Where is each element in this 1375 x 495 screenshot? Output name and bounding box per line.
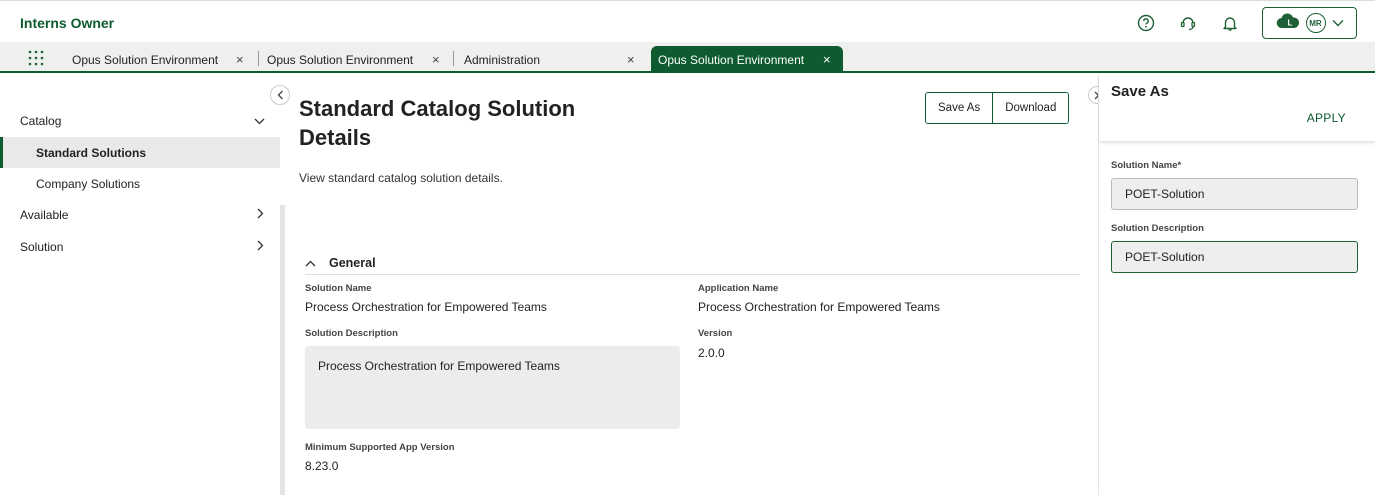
- action-button-group: Save As Download: [925, 92, 1070, 124]
- sidebar: Catalog Standard Solutions Company Solut…: [0, 75, 280, 495]
- solution-name-label: Solution Name: [305, 283, 372, 294]
- sidebar-item-solution[interactable]: Solution: [0, 231, 280, 262]
- sidebar-item-label: Company Solutions: [36, 176, 141, 191]
- close-icon[interactable]: ×: [627, 52, 635, 67]
- chevron-right-icon: [257, 240, 264, 254]
- chevron-right-icon: [257, 208, 264, 222]
- chevron-down-icon: [1332, 14, 1344, 32]
- min-app-version-label: Minimum Supported App Version: [305, 442, 455, 453]
- top-bar: Interns Owner L MR: [0, 0, 1375, 42]
- tab-label: Opus Solution Environment: [72, 52, 219, 67]
- tab-bar: Opus Solution Environment × Opus Solutio…: [0, 42, 1375, 73]
- svg-text:L: L: [1287, 18, 1292, 27]
- collapse-sidebar-button[interactable]: [270, 85, 290, 105]
- sidebar-item-label: Solution: [20, 239, 64, 254]
- sidebar-item-label: Standard Solutions: [36, 145, 147, 160]
- apply-button[interactable]: APPLY: [1307, 111, 1346, 125]
- save-as-panel: Save As APPLY Solution Name* POET-Soluti…: [1098, 75, 1375, 495]
- page-title: Standard Catalog Solution Details: [299, 96, 576, 150]
- application-name-value: Process Orchestration for Empowered Team…: [698, 300, 940, 314]
- tab-opus-active[interactable]: Opus Solution Environment ×: [651, 46, 843, 73]
- tab-administration[interactable]: Administration ×: [455, 46, 645, 73]
- panel-title: Save As: [1111, 83, 1169, 100]
- tab-opus-2[interactable]: Opus Solution Environment ×: [260, 46, 450, 73]
- download-button[interactable]: Download: [992, 93, 1069, 123]
- panel-header: Save As APPLY: [1099, 75, 1375, 141]
- cloud-icon: L: [1276, 12, 1300, 34]
- tab-label: Opus Solution Environment: [267, 52, 414, 67]
- close-icon[interactable]: ×: [236, 52, 244, 67]
- sidebar-item-catalog[interactable]: Catalog: [0, 105, 280, 136]
- tab-label: Opus Solution Environment: [658, 52, 805, 67]
- chevron-left-icon: [277, 90, 283, 100]
- tab-label: Administration: [464, 52, 541, 67]
- save-as-button[interactable]: Save As: [926, 93, 993, 123]
- sidebar-item-company-solutions[interactable]: Company Solutions: [0, 168, 280, 199]
- page-description: View standard catalog solution details.: [299, 171, 503, 185]
- close-icon[interactable]: ×: [823, 52, 831, 67]
- sidebar-item-label: Available: [20, 207, 69, 222]
- section-title: General: [329, 255, 376, 270]
- solution-name-field-label: Solution Name*: [1111, 160, 1182, 171]
- solution-description-field-label: Solution Description: [1111, 223, 1204, 234]
- help-icon[interactable]: [1136, 13, 1156, 33]
- chevron-down-icon: [254, 114, 265, 128]
- tab-opus-1[interactable]: Opus Solution Environment ×: [60, 46, 255, 73]
- sidebar-item-standard-solutions[interactable]: Standard Solutions: [0, 137, 280, 168]
- solution-description-label: Solution Description: [305, 328, 398, 339]
- solution-description-input[interactable]: POET-Solution: [1111, 241, 1358, 273]
- bell-icon[interactable]: [1220, 13, 1240, 33]
- solution-description-value: Process Orchestration for Empowered Team…: [305, 346, 680, 429]
- sidebar-item-label: Catalog: [20, 113, 62, 128]
- support-icon[interactable]: [1178, 13, 1198, 33]
- version-label: Version: [698, 328, 733, 339]
- version-value: 2.0.0: [698, 346, 725, 360]
- solution-name-input[interactable]: POET-Solution: [1111, 178, 1358, 210]
- application-name-label: Application Name: [698, 283, 779, 294]
- top-icons: L MR: [1136, 7, 1357, 39]
- app-launcher-icon[interactable]: [27, 50, 45, 71]
- min-app-version-value: 8.23.0: [305, 459, 339, 473]
- tab-divider: [258, 51, 259, 66]
- tab-divider: [453, 51, 454, 66]
- close-icon[interactable]: ×: [432, 52, 440, 67]
- section-general-header[interactable]: General: [305, 251, 1080, 275]
- profile-menu-button[interactable]: L MR: [1262, 7, 1357, 39]
- chevron-up-icon: [305, 256, 319, 270]
- solution-name-value: Process Orchestration for Empowered Team…: [305, 300, 547, 314]
- avatar: MR: [1305, 13, 1326, 33]
- sidebar-item-available[interactable]: Available: [0, 199, 280, 230]
- sidebar-scrollbar[interactable]: [280, 205, 285, 495]
- app-title: Interns Owner: [20, 15, 115, 31]
